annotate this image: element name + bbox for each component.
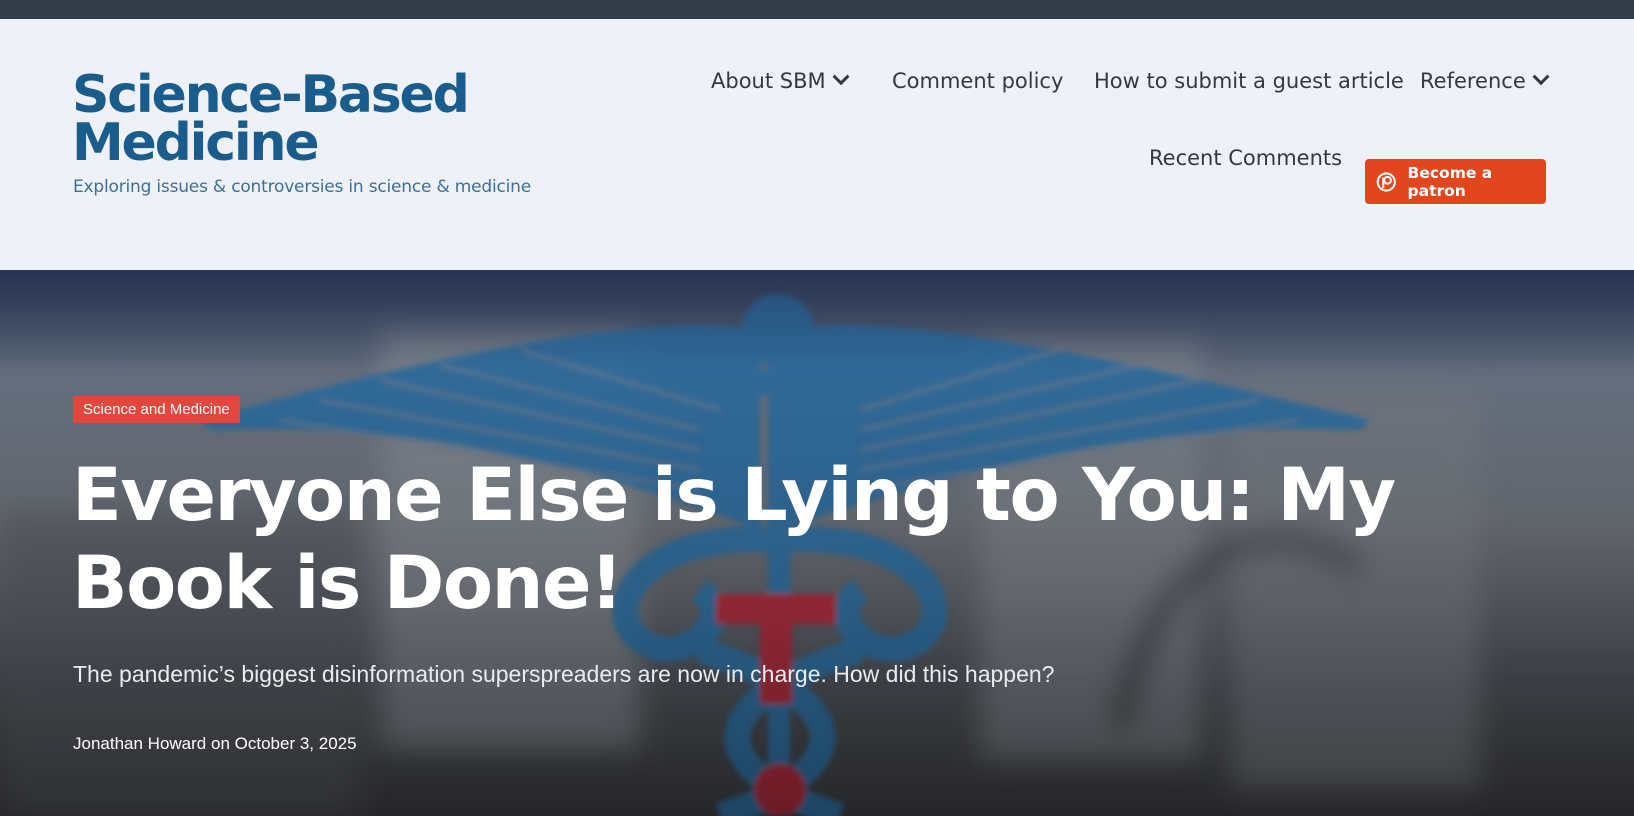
top-bar	[0, 0, 1634, 19]
nav-item-guest-article[interactable]: How to submit a guest article	[1094, 69, 1404, 93]
category-badge[interactable]: Science and Medicine	[73, 396, 240, 423]
byline-date-prefix: on	[211, 734, 230, 753]
article-subtitle: The pandemic’s biggest disinformation su…	[73, 661, 1055, 687]
article-byline: Jonathan Howard on October 3, 2025	[73, 734, 357, 754]
nav-item-label: How to submit a guest article	[1094, 69, 1404, 93]
nav-item-recent-comments[interactable]: Recent Comments	[1149, 146, 1342, 170]
article-title: Everyone Else is Lying to You: My Book i…	[72, 453, 1396, 626]
nav-item-label: Comment policy	[892, 69, 1064, 93]
logo-tagline: Exploring issues & controversies in scie…	[73, 177, 531, 197]
nav-item-label: Recent Comments	[1149, 146, 1343, 170]
nav-item-about-sbm[interactable]: About SBM	[711, 68, 850, 93]
author-link[interactable]: Jonathan Howard	[73, 734, 206, 753]
become-patron-button[interactable]: Become a patron	[1365, 159, 1546, 204]
site-header: Science-Based Medicine Exploring issues …	[0, 19, 1634, 270]
nav-item-comment-policy[interactable]: Comment policy	[892, 69, 1063, 93]
site-logo[interactable]: Science-Based Medicine Exploring issues …	[72, 49, 532, 209]
patron-button-label: Become a patron	[1407, 163, 1493, 200]
chevron-down-icon	[1532, 68, 1550, 86]
nav-item-reference[interactable]: Reference	[1420, 68, 1550, 93]
nav-item-label: About SBM	[711, 69, 826, 93]
logo-title-line2: Medicine	[72, 113, 320, 173]
patreon-icon	[1376, 171, 1396, 192]
publish-date: October 3, 2025	[234, 734, 357, 753]
nav-item-label: Reference	[1420, 69, 1526, 93]
chevron-down-icon	[832, 68, 850, 86]
